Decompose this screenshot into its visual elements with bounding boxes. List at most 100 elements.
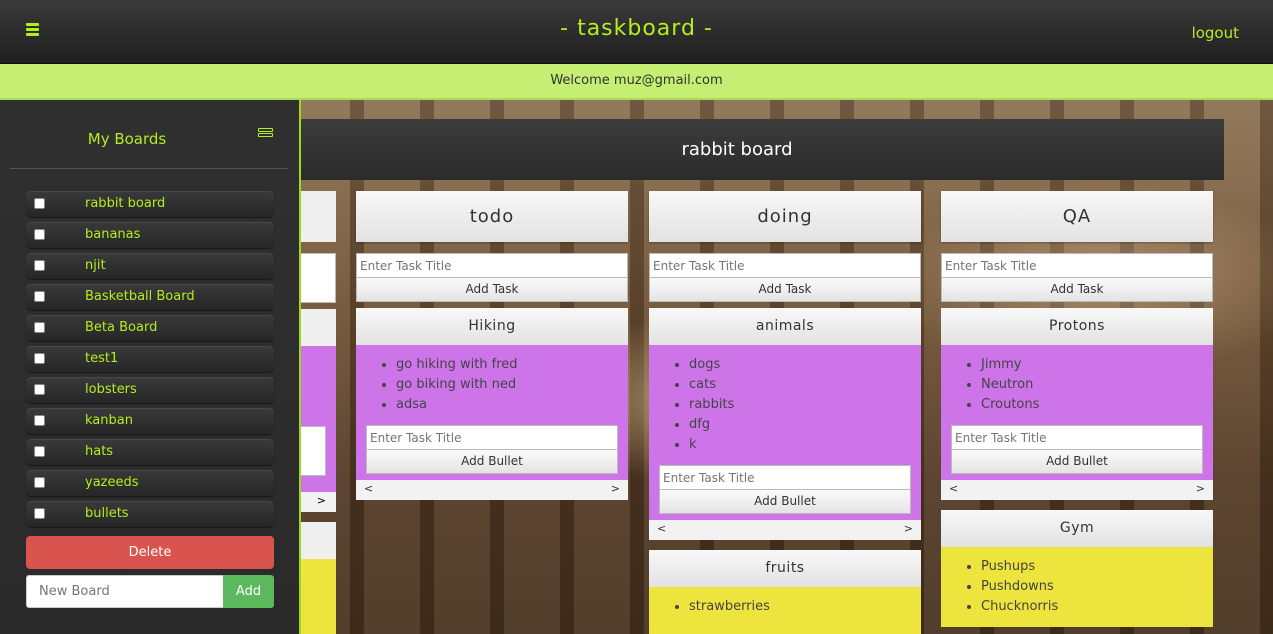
sidebar-item-njit[interactable]: njit xyxy=(26,253,274,279)
column-qa: QA Add Task Protons Jimmy Neutron Crouto… xyxy=(941,191,1213,627)
card-title: Protons xyxy=(941,308,1213,345)
board-checkbox[interactable] xyxy=(34,353,45,364)
add-bullet-button[interactable]: Add Bullet xyxy=(951,450,1203,474)
bullet-title-input[interactable] xyxy=(366,425,618,450)
sidebar-item-rabbit-board[interactable]: rabbit board xyxy=(26,191,274,217)
bullet-list: dogs cats rabbits dfg k xyxy=(689,355,911,455)
board-label: Beta Board xyxy=(85,320,158,335)
task-card-hiking: Hiking go hiking with fred go biking wit… xyxy=(356,308,628,500)
bullet-item: cats xyxy=(689,375,911,395)
sidebar-title: My Boards xyxy=(87,130,167,148)
sidebar-item-kanban[interactable]: kanban xyxy=(26,408,274,434)
task-title-input[interactable] xyxy=(356,253,628,278)
add-board-button[interactable]: Add xyxy=(223,575,274,608)
board-checkbox[interactable] xyxy=(34,322,45,333)
board-checkbox[interactable] xyxy=(34,229,45,240)
board-label: rabbit board xyxy=(85,196,166,211)
board-checkbox[interactable] xyxy=(34,291,45,302)
sidebar-item-beta-board[interactable]: Beta Board xyxy=(26,315,274,341)
column-title: doing xyxy=(649,191,921,242)
logout-link[interactable]: logout xyxy=(1192,24,1239,42)
card-pager: < > xyxy=(649,520,921,540)
sidebar-item-basketball-board[interactable]: Basketball Board xyxy=(26,284,274,310)
bullet-list: go hiking with fred go biking with ned a… xyxy=(396,355,618,415)
board-checkbox[interactable] xyxy=(34,198,45,209)
bullet-item: k xyxy=(689,435,911,455)
column-doing: doing Add Task animals dogs cats rabbits… xyxy=(649,191,921,634)
bullet-item: Jimmy xyxy=(981,355,1203,375)
bullet-item: dfg xyxy=(689,415,911,435)
app-title: - taskboard - xyxy=(560,16,713,41)
column-title: QA xyxy=(941,191,1213,242)
card-title: fruits xyxy=(649,550,921,587)
next-arrow-icon[interactable]: > xyxy=(1196,480,1205,500)
board-checkbox[interactable] xyxy=(34,508,45,519)
add-task-button[interactable]: Add Task xyxy=(649,278,921,302)
sidebar-item-yazeeds[interactable]: yazeeds xyxy=(26,470,274,496)
sidebar-item-test1[interactable]: test1 xyxy=(26,346,274,372)
next-arrow-icon[interactable]: > xyxy=(904,520,913,540)
board-checkbox[interactable] xyxy=(34,415,45,426)
bullet-list: Jimmy Neutron Croutons xyxy=(981,355,1203,415)
card-title: animals xyxy=(649,308,921,345)
card-body: Pushups Pushdowns Chucknorris xyxy=(941,547,1213,627)
board-label: hats xyxy=(85,444,114,459)
bullet-item: Neutron xyxy=(981,375,1203,395)
card-body: dogs cats rabbits dfg k Add Bullet xyxy=(649,345,921,520)
task-title-input[interactable] xyxy=(649,253,921,278)
next-arrow-icon[interactable]: > xyxy=(611,480,620,500)
task-title-input[interactable] xyxy=(941,253,1213,278)
bullet-item: Pushdowns xyxy=(981,577,1203,597)
list-toggle-icon[interactable] xyxy=(258,128,273,143)
prev-arrow-icon[interactable]: < xyxy=(657,520,666,540)
bullet-list: strawberries xyxy=(689,597,911,617)
bullet-item: go biking with ned xyxy=(396,375,618,395)
card-title: Hiking xyxy=(356,308,628,345)
bullet-item: Pushups xyxy=(981,557,1203,577)
delete-button[interactable]: Delete xyxy=(26,536,274,569)
new-board-input[interactable] xyxy=(26,575,224,608)
board-label: Basketball Board xyxy=(85,289,195,304)
bullet-title-input[interactable] xyxy=(659,465,911,490)
board-checkbox[interactable] xyxy=(34,260,45,271)
sidebar-item-lobsters[interactable]: lobsters xyxy=(26,377,274,403)
sidebar-divider xyxy=(10,168,288,169)
board-checkbox[interactable] xyxy=(34,446,45,457)
add-task-button[interactable]: Add Task xyxy=(356,278,628,302)
column-todo: todo Add Task Hiking go hiking with fred… xyxy=(356,191,628,500)
board-label: bullets xyxy=(85,506,129,521)
card-pager: < > xyxy=(356,480,628,500)
add-task-button[interactable]: Add Task xyxy=(941,278,1213,302)
bullet-item: Chucknorris xyxy=(981,597,1203,617)
task-card-protons: Protons Jimmy Neutron Croutons Add Bulle… xyxy=(941,308,1213,500)
bullet-list: Pushups Pushdowns Chucknorris xyxy=(981,557,1203,617)
sidebar-item-hats[interactable]: hats xyxy=(26,439,274,465)
bullet-title-input[interactable] xyxy=(951,425,1203,450)
prev-arrow-icon[interactable]: < xyxy=(949,480,958,500)
board-label: lobsters xyxy=(85,382,137,397)
add-bullet-button[interactable]: Add Bullet xyxy=(366,450,618,474)
board-label: kanban xyxy=(85,413,133,428)
bullet-item: adsa xyxy=(396,395,618,415)
sidebar-item-bullets[interactable]: bullets xyxy=(26,501,274,527)
board-label: bananas xyxy=(85,227,141,242)
welcome-banner: Welcome muz@gmail.com xyxy=(0,64,1273,100)
board-checkbox[interactable] xyxy=(34,477,45,488)
bullet-item: dogs xyxy=(689,355,911,375)
prev-arrow-icon[interactable]: < xyxy=(364,480,373,500)
task-card-gym: Gym Pushups Pushdowns Chucknorris xyxy=(941,510,1213,627)
sidebar-item-bananas[interactable]: bananas xyxy=(26,222,274,248)
bullet-item: go hiking with fred xyxy=(396,355,618,375)
board-checkbox[interactable] xyxy=(34,384,45,395)
bullet-item: strawberries xyxy=(689,597,911,617)
card-body: strawberries xyxy=(649,587,921,634)
card-title: Gym xyxy=(941,510,1213,547)
card-pager: < > xyxy=(941,480,1213,500)
bullet-item: rabbits xyxy=(689,395,911,415)
add-bullet-button[interactable]: Add Bullet xyxy=(659,490,911,514)
card-body: Jimmy Neutron Croutons Add Bullet xyxy=(941,345,1213,480)
bullet-item: Croutons xyxy=(981,395,1203,415)
task-card-fruits: fruits strawberries xyxy=(649,550,921,634)
card-body: go hiking with fred go biking with ned a… xyxy=(356,345,628,480)
board-label: yazeeds xyxy=(85,475,139,490)
